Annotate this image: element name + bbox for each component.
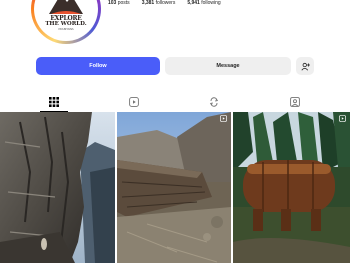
- grid-icon: [49, 97, 59, 107]
- tab-reposts[interactable]: [208, 96, 220, 108]
- grid-post[interactable]: [0, 112, 115, 263]
- profile-tabs: [0, 92, 350, 112]
- reposts-icon: [209, 97, 219, 107]
- tagged-icon: [290, 97, 300, 107]
- logo-line2: THE WORLD.: [45, 21, 87, 27]
- posts-grid: [0, 112, 350, 263]
- follow-button[interactable]: Follow: [36, 57, 160, 75]
- tab-tagged[interactable]: [289, 96, 301, 108]
- add-person-icon: [300, 62, 310, 71]
- rusty-tank-photo: [233, 112, 350, 263]
- tab-reels[interactable]: [128, 96, 140, 108]
- reels-icon: [129, 97, 139, 107]
- grid-post[interactable]: [117, 112, 231, 263]
- followers-stat[interactable]: 3,381 followers: [142, 0, 176, 6]
- grid-post[interactable]: [233, 112, 350, 263]
- message-button[interactable]: Message: [165, 57, 291, 75]
- following-stat[interactable]: 5,941 following: [187, 0, 220, 6]
- rocky-cliff-photo: [0, 112, 115, 263]
- tab-posts[interactable]: [40, 96, 68, 112]
- reel-badge-icon: [220, 115, 227, 122]
- logo-tagline: MOUNTAINS: [58, 28, 74, 31]
- reel-badge-icon: [339, 115, 346, 122]
- posts-stat: 103 posts: [108, 0, 130, 6]
- suggested-accounts-button[interactable]: [296, 57, 314, 75]
- fallen-log-photo: [117, 112, 231, 263]
- profile-stats: 103 posts 3,381 followers 5,941 followin…: [108, 0, 221, 6]
- profile-avatar[interactable]: EXPLORE THE WORLD. MOUNTAINS: [31, 0, 101, 44]
